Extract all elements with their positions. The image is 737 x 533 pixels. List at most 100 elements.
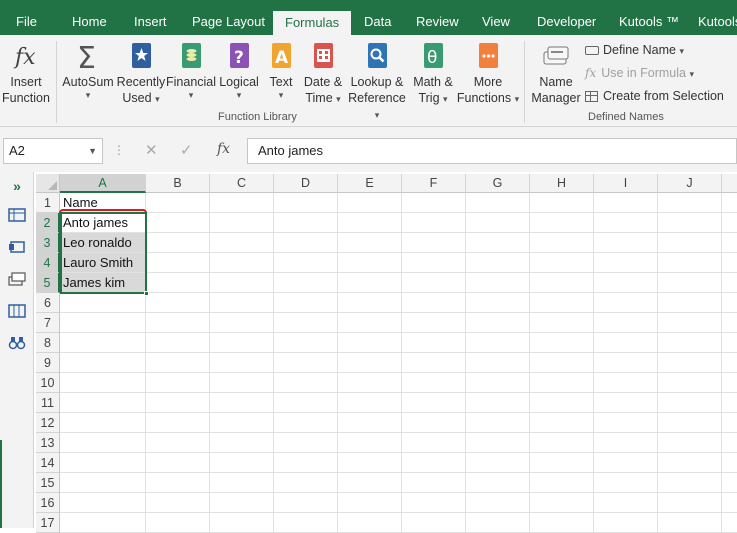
- cell-c16[interactable]: [210, 493, 274, 513]
- cell-j7[interactable]: [658, 313, 722, 333]
- cell-b9[interactable]: [146, 353, 210, 373]
- insert-function-button[interactable]: fx Insert Function: [0, 40, 52, 106]
- cell-partial[interactable]: [722, 493, 737, 513]
- cell-f5[interactable]: [402, 273, 466, 293]
- insert-function-icon[interactable]: fx: [217, 141, 230, 157]
- cell-f3[interactable]: [402, 233, 466, 253]
- cell-partial[interactable]: [722, 253, 737, 273]
- autotext-icon[interactable]: [7, 240, 27, 258]
- cell-b15[interactable]: [146, 473, 210, 493]
- cell-i3[interactable]: [594, 233, 658, 253]
- cell-partial[interactable]: [722, 413, 737, 433]
- name-manager-button[interactable]: Name Manager: [528, 40, 584, 106]
- column-header-i[interactable]: I: [594, 174, 658, 193]
- cell-partial[interactable]: [722, 213, 737, 233]
- cell-partial[interactable]: [722, 333, 737, 353]
- cell-i1[interactable]: [594, 193, 658, 213]
- cell-c11[interactable]: [210, 393, 274, 413]
- cell-a12[interactable]: [60, 413, 146, 433]
- cell-h2[interactable]: [530, 213, 594, 233]
- row-header-8[interactable]: 8: [36, 333, 60, 353]
- cell-g9[interactable]: [466, 353, 530, 373]
- tab-file[interactable]: File: [16, 0, 37, 35]
- cell-e1[interactable]: [338, 193, 402, 213]
- cell-partial[interactable]: [722, 433, 737, 453]
- cell-c12[interactable]: [210, 413, 274, 433]
- cell-partial[interactable]: [722, 233, 737, 253]
- cell-j2[interactable]: [658, 213, 722, 233]
- cell-d5[interactable]: [274, 273, 338, 293]
- cell-g4[interactable]: [466, 253, 530, 273]
- cell-j8[interactable]: [658, 333, 722, 353]
- cell-c9[interactable]: [210, 353, 274, 373]
- row-header-9[interactable]: 9: [36, 353, 60, 373]
- cell-d15[interactable]: [274, 473, 338, 493]
- cell-f14[interactable]: [402, 453, 466, 473]
- row-header-14[interactable]: 14: [36, 453, 60, 473]
- row-header-5[interactable]: 5: [36, 273, 60, 293]
- cell-e17[interactable]: [338, 513, 402, 533]
- cell-partial[interactable]: [722, 453, 737, 473]
- cell-i2[interactable]: [594, 213, 658, 233]
- column-header-f[interactable]: F: [402, 174, 466, 193]
- cell-partial[interactable]: [722, 193, 737, 213]
- name-box[interactable]: A2 ▼: [3, 138, 103, 164]
- cell-g13[interactable]: [466, 433, 530, 453]
- cell-b13[interactable]: [146, 433, 210, 453]
- cell-c6[interactable]: [210, 293, 274, 313]
- cell-f6[interactable]: [402, 293, 466, 313]
- cell-a11[interactable]: [60, 393, 146, 413]
- cell-g12[interactable]: [466, 413, 530, 433]
- cell-j9[interactable]: [658, 353, 722, 373]
- row-header-1[interactable]: 1: [36, 193, 60, 213]
- cell-b14[interactable]: [146, 453, 210, 473]
- cell-d9[interactable]: [274, 353, 338, 373]
- cell-a10[interactable]: [60, 373, 146, 393]
- cell-c4[interactable]: [210, 253, 274, 273]
- column-list-icon[interactable]: [7, 304, 27, 322]
- tab-data[interactable]: Data: [364, 0, 391, 35]
- cell-h9[interactable]: [530, 353, 594, 373]
- logical-button[interactable]: ? Logical ▾: [216, 40, 262, 100]
- cell-g11[interactable]: [466, 393, 530, 413]
- cell-a8[interactable]: [60, 333, 146, 353]
- cell-d7[interactable]: [274, 313, 338, 333]
- cell-f16[interactable]: [402, 493, 466, 513]
- use-in-formula-button[interactable]: fx Use in Formula ▾: [585, 66, 694, 80]
- cell-j17[interactable]: [658, 513, 722, 533]
- cell-h16[interactable]: [530, 493, 594, 513]
- more-functions-button[interactable]: More Functions ▾: [456, 40, 520, 107]
- math-trig-button[interactable]: θ Math & Trig ▾: [410, 40, 456, 107]
- cell-c13[interactable]: [210, 433, 274, 453]
- cell-j13[interactable]: [658, 433, 722, 453]
- cell-i6[interactable]: [594, 293, 658, 313]
- cell-partial[interactable]: [722, 293, 737, 313]
- column-header-e[interactable]: E: [338, 174, 402, 193]
- cell-h11[interactable]: [530, 393, 594, 413]
- cell-j14[interactable]: [658, 453, 722, 473]
- cell-h13[interactable]: [530, 433, 594, 453]
- row-header-3[interactable]: 3: [36, 233, 60, 253]
- cell-a3[interactable]: Leo ronaldo: [60, 233, 146, 253]
- tab-kutools[interactable]: Kutools ™: [619, 0, 679, 35]
- cell-h8[interactable]: [530, 333, 594, 353]
- cell-c1[interactable]: [210, 193, 274, 213]
- cell-j16[interactable]: [658, 493, 722, 513]
- cell-e10[interactable]: [338, 373, 402, 393]
- cell-h17[interactable]: [530, 513, 594, 533]
- tab-formulas[interactable]: Formulas: [273, 11, 352, 35]
- cell-a1[interactable]: Name: [60, 193, 146, 213]
- cell-a7[interactable]: [60, 313, 146, 333]
- cell-f13[interactable]: [402, 433, 466, 453]
- cell-f11[interactable]: [402, 393, 466, 413]
- chevron-down-icon[interactable]: ▼: [88, 139, 97, 163]
- cell-g3[interactable]: [466, 233, 530, 253]
- cell-a9[interactable]: [60, 353, 146, 373]
- cell-b5[interactable]: [146, 273, 210, 293]
- cell-e11[interactable]: [338, 393, 402, 413]
- tab-view[interactable]: View: [482, 0, 510, 35]
- cell-h5[interactable]: [530, 273, 594, 293]
- cell-f4[interactable]: [402, 253, 466, 273]
- cell-e2[interactable]: [338, 213, 402, 233]
- cell-b16[interactable]: [146, 493, 210, 513]
